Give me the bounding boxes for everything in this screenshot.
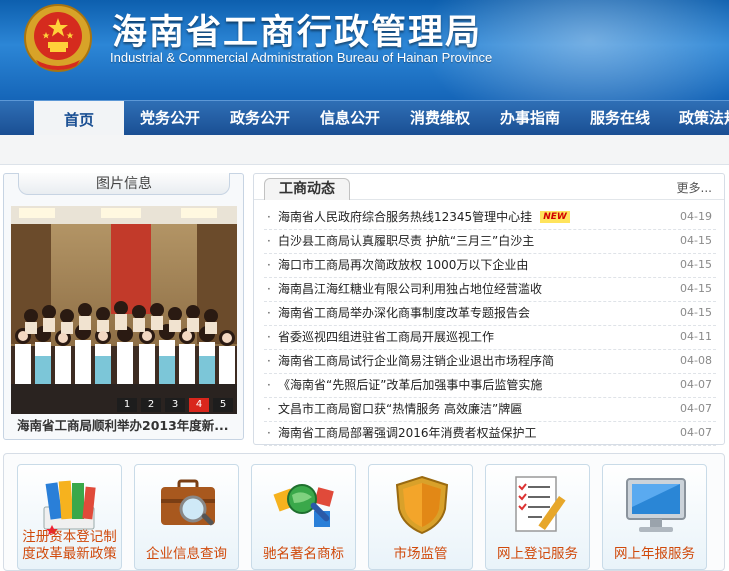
- sub-bar: [0, 135, 729, 165]
- news-date: 04-07: [680, 378, 712, 391]
- news-item[interactable]: · 文昌市工商局窗口获“热情服务 高效廉洁”牌匾 04-07: [264, 398, 716, 422]
- service-label: 市场监管: [393, 546, 448, 562]
- news-tab[interactable]: 工商动态: [264, 178, 350, 200]
- slide-dot[interactable]: 1: [117, 398, 137, 412]
- slide-pager: 1 2 3 4 5: [113, 398, 233, 412]
- news-title[interactable]: 《海南省“先照后证”改革后加强事中事后监管实施: [278, 378, 542, 392]
- nav-item-service-guide[interactable]: 办事指南: [488, 101, 572, 136]
- slide-dot[interactable]: 2: [141, 398, 161, 412]
- news-date: 04-15: [680, 282, 712, 295]
- news-date: 04-15: [680, 306, 712, 319]
- service-label: 网上登记服务: [497, 546, 578, 562]
- news-title[interactable]: 海口市工商局再次简政放权 1000万以下企业由: [278, 258, 528, 272]
- news-date: 04-08: [680, 354, 712, 367]
- news-item[interactable]: · 省委巡视四组进驻省工商局开展巡视工作 04-11: [264, 326, 716, 350]
- news-list: · 海南省人民政府综合服务热线12345管理中心挂 NEW 04-19 · 白沙县工商局…: [264, 206, 716, 446]
- news-title[interactable]: 白沙县工商局认真履职尽责 护航“三月三”白沙主: [278, 234, 534, 248]
- nav-item-home[interactable]: 首页: [34, 101, 124, 136]
- service-panel: 注册资本登记制度改革最新政策 企业信息查询 驰名著名商标 市场监管 网上登记服务…: [3, 453, 725, 571]
- site-header: 海南省工商行政管理局 Industrial & Commercial Admin…: [0, 0, 729, 100]
- news-item[interactable]: · 海南省人民政府综合服务热线12345管理中心挂 NEW 04-19: [264, 206, 716, 230]
- news-item[interactable]: · 海口市工商局再次简政放权 1000万以下企业由 04-15: [264, 254, 716, 278]
- nav-item-party-affairs[interactable]: 党务公开: [128, 101, 212, 136]
- service-label: 网上年报服务: [614, 546, 695, 562]
- news-title[interactable]: 海南省工商局部署强调2016年消费者权益保护工: [278, 426, 537, 440]
- nav-item-government-affairs[interactable]: 政务公开: [218, 101, 302, 136]
- site-subtitle: Industrial & Commercial Administration B…: [110, 50, 493, 65]
- monitor-icon: [626, 478, 686, 532]
- news-title[interactable]: 省委巡视四组进驻省工商局开展巡视工作: [278, 330, 494, 344]
- news-date: 04-19: [680, 210, 712, 223]
- news-more-link[interactable]: 更多...: [677, 179, 712, 196]
- service-online-annual-report[interactable]: 网上年报服务: [602, 464, 707, 570]
- news-title[interactable]: 海南省工商局试行企业简易注销企业退出市场程序简: [278, 354, 554, 368]
- nav-item-online-services[interactable]: 服务在线: [578, 101, 662, 136]
- news-panel: 工商动态 更多... · 海南省人民政府综合服务热线12345管理中心挂 NEW 04…: [253, 173, 725, 446]
- briefcase-magnifier-icon: [161, 479, 215, 526]
- main-nav: 首页 党务公开 政务公开 信息公开 消费维权 办事指南 服务在线 政策法规: [0, 100, 729, 136]
- news-item[interactable]: · 白沙县工商局认真履职尽责 护航“三月三”白沙主 04-15: [264, 230, 716, 254]
- national-emblem-icon: [24, 4, 92, 72]
- news-item[interactable]: · 海南昌江海红糖业有限公司利用独占地位经营滥收 04-15: [264, 278, 716, 302]
- books-icon: [43, 480, 96, 535]
- news-date: 04-15: [680, 258, 712, 271]
- photo-caption-link[interactable]: 海南省工商局顺利举办2013年度新...: [11, 416, 237, 436]
- news-title[interactable]: 海南昌江海红糖业有限公司利用独占地位经营滥收: [278, 282, 542, 296]
- news-date: 04-15: [680, 234, 712, 247]
- news-date: 04-11: [680, 330, 712, 343]
- slide-dot[interactable]: 3: [165, 398, 185, 412]
- service-label: 注册资本登记制度改革最新政策: [22, 529, 117, 562]
- service-label: 企业信息查询: [146, 546, 227, 562]
- site-title: 海南省工商行政管理局: [112, 12, 483, 53]
- checklist-pen-icon: [515, 476, 566, 532]
- news-panel-header: 工商动态 更多...: [254, 174, 724, 200]
- news-date: 04-07: [680, 402, 712, 415]
- service-market-supervision[interactable]: 市场监管: [368, 464, 473, 570]
- slide-dot-active[interactable]: 4: [189, 398, 209, 412]
- nav-item-information-disclosure[interactable]: 信息公开: [308, 101, 392, 136]
- news-title[interactable]: 海南省人民政府综合服务热线12345管理中心挂: [278, 210, 532, 224]
- shield-icon: [395, 475, 449, 535]
- service-registration-reform[interactable]: 注册资本登记制度改革最新政策: [17, 464, 122, 570]
- service-enterprise-query[interactable]: 企业信息查询: [134, 464, 239, 570]
- service-label: 驰名著名商标: [263, 546, 344, 562]
- service-online-registration[interactable]: 网上登记服务: [485, 464, 590, 570]
- news-title[interactable]: 海南省工商局举办深化商事制度改革专题报告会: [278, 306, 530, 320]
- photo-panel-title: 图片信息: [18, 173, 230, 195]
- news-item[interactable]: · 海南省工商局试行企业简易注销企业退出市场程序简 04-08: [264, 350, 716, 374]
- slide-dot[interactable]: 5: [213, 398, 233, 412]
- photo-slide-image[interactable]: 1 2 3 4 5: [11, 206, 237, 414]
- photo-panel: 图片信息 1 2 3 4 5 海南省工商局顺利举办2013年度新...: [3, 173, 244, 440]
- news-item[interactable]: · 海南省工商局举办深化商事制度改革专题报告会 04-15: [264, 302, 716, 326]
- news-title[interactable]: 文昌市工商局窗口获“热情服务 高效廉洁”牌匾: [278, 402, 522, 416]
- nav-item-consumer-rights[interactable]: 消费维权: [398, 101, 482, 136]
- news-item[interactable]: · 海南省工商局部署强调2016年消费者权益保护工 04-07: [264, 422, 716, 446]
- trademark-globe-icon: [273, 484, 334, 527]
- news-item[interactable]: · 《海南省“先照后证”改革后加强事中事后监管实施 04-07: [264, 374, 716, 398]
- service-trademarks[interactable]: 驰名著名商标: [251, 464, 356, 570]
- news-date: 04-07: [680, 426, 712, 439]
- nav-item-policies[interactable]: 政策法规: [668, 101, 729, 136]
- new-badge: NEW: [540, 211, 570, 223]
